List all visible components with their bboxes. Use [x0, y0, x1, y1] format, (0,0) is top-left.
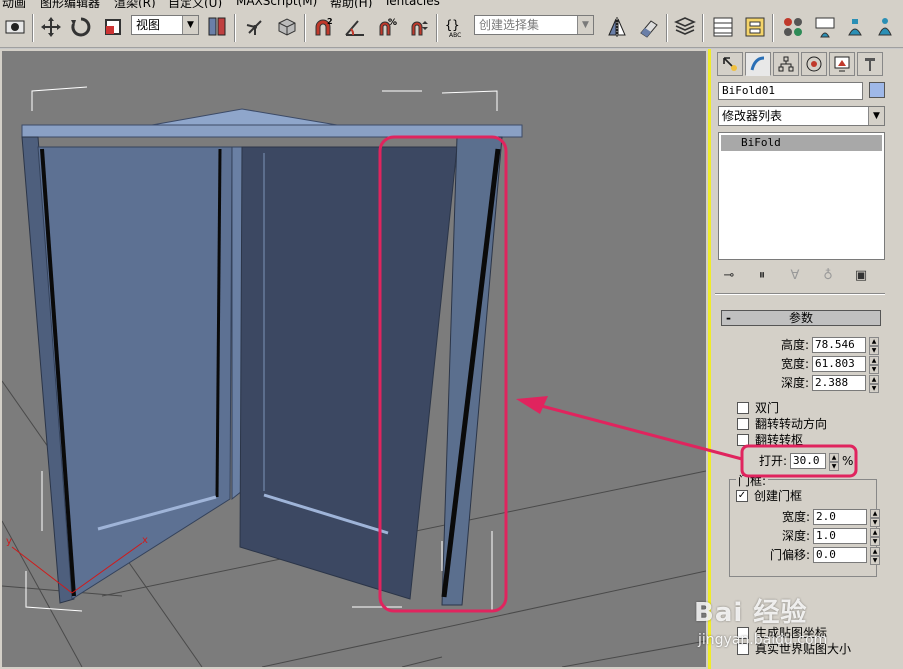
object-name-field[interactable]: BiFold01	[718, 82, 863, 100]
keyboard-shortcut-icon[interactable]	[274, 14, 300, 40]
render-frame-icon[interactable]	[842, 14, 868, 40]
menu-customize[interactable]: 自定义(U)	[168, 0, 222, 8]
motion-tab-icon[interactable]	[801, 52, 827, 76]
percent-snap-icon[interactable]: %	[374, 14, 400, 40]
quick-render-icon[interactable]	[872, 14, 898, 40]
depth-row: 深度: 2.388 ▲ ▼	[715, 375, 885, 393]
open-spinner[interactable]: 30.0 ▲ ▼	[790, 453, 839, 471]
display-tab-icon[interactable]	[829, 52, 855, 76]
svg-text:x: x	[142, 535, 148, 546]
curve-editor-icon[interactable]	[710, 14, 736, 40]
frame-group: 门框: ✓ 创建门框 宽度: 2.0 ▲ ▼ 深度: 1.0 ▲ ▼ 门偏移: 0.0 ▲ ▼	[729, 472, 880, 577]
flip-hinge-checkbox[interactable]: 翻转转枢	[737, 432, 803, 447]
select-manipulate-icon[interactable]	[242, 14, 268, 40]
frame-depth-row: 深度: 1.0 ▲ ▼	[716, 528, 886, 546]
pin-stack-icon[interactable]: ⊸	[718, 265, 740, 285]
modifier-list-dropdown[interactable]: 修改器列表 ▼	[718, 106, 885, 126]
svg-text:y: y	[6, 536, 12, 547]
stack-item-bifold[interactable]: BiFold	[721, 135, 882, 151]
material-editor-icon[interactable]	[780, 14, 806, 40]
create-frame-checkbox[interactable]: ✓ 创建门框	[736, 488, 802, 503]
menu-tentacles[interactable]: Tentacles	[384, 0, 440, 8]
menu-help[interactable]: 帮助(H)	[330, 0, 372, 8]
perspective-viewport[interactable]: x y	[0, 49, 708, 669]
mirror-icon[interactable]	[604, 14, 630, 40]
frame-top	[21, 124, 523, 138]
svg-text:ABC: ABC	[449, 32, 461, 39]
modifier-stack[interactable]: BiFold	[718, 132, 885, 260]
door-offset-row: 门偏移: 0.0 ▲ ▼	[716, 547, 886, 565]
snap-2-5d-icon[interactable]: 2	[310, 14, 336, 40]
hierarchy-tab-icon[interactable]	[773, 52, 799, 76]
remove-modifier-icon[interactable]: ♁	[817, 265, 839, 285]
align-icon[interactable]	[636, 14, 662, 40]
door-offset-spinner[interactable]: 0.0 ▲ ▼	[813, 547, 880, 565]
frame-depth-spinner[interactable]: 1.0 ▲ ▼	[813, 528, 880, 546]
create-tab-icon[interactable]	[717, 52, 743, 76]
make-unique-icon[interactable]: ∀	[784, 265, 806, 285]
menu-rendering[interactable]: 渲染(R)	[114, 0, 156, 8]
command-panel: BiFold01 修改器列表 ▼ BiFold ⊸ ⏸ ∀ ♁ ▣ - 参数 高度:…	[708, 49, 903, 669]
menu-graph-editors[interactable]: 图形编辑器	[40, 0, 100, 8]
modify-tab-icon[interactable]	[745, 52, 771, 76]
open-unit: %	[842, 454, 854, 468]
frame-width-spinner[interactable]: 2.0 ▲ ▼	[813, 509, 880, 527]
door-panel-2	[239, 146, 458, 600]
svg-text:2: 2	[327, 17, 333, 26]
stack-buttons: ⊸ ⏸ ∀ ♁ ▣	[718, 264, 885, 286]
utilities-tab-icon[interactable]	[857, 52, 883, 76]
reference-coord-combo[interactable]: 视图 ▼	[131, 15, 199, 35]
configure-modifier-sets-icon[interactable]: ▣	[850, 265, 872, 285]
schematic-view-icon[interactable]	[742, 14, 768, 40]
named-selection-combo[interactable]: 创建选择集 ▼	[474, 15, 594, 35]
rotate-icon[interactable]	[68, 14, 94, 40]
pivot-center-icon[interactable]	[204, 14, 230, 40]
height-spinner[interactable]: 78.546 ▲ ▼	[812, 337, 879, 355]
width-spinner[interactable]: 61.803 ▲ ▼	[812, 356, 879, 374]
open-row: 打开: 30.0 ▲ ▼ %	[758, 453, 854, 471]
select-by-name-icon[interactable]	[2, 14, 28, 40]
depth-spinner[interactable]: 2.388 ▲ ▼	[812, 375, 879, 393]
edit-named-selection-icon[interactable]: {} ABC	[442, 14, 468, 40]
viewport-scene: x y	[2, 86, 706, 667]
baidu-watermark: Bai 经验 jingyan.baidu.com	[694, 598, 828, 648]
menu-bar: 动画 图形编辑器 渲染(R) 自定义(U) MAXScript(M) 帮助(H)…	[0, 0, 903, 8]
scale-icon[interactable]	[100, 14, 126, 40]
door-panel-1	[37, 146, 233, 600]
svg-text:%: %	[388, 18, 397, 28]
main-toolbar: 视图 ▼ 2 % {} ABC 创建选择集 ▼	[0, 8, 903, 48]
menu-animation[interactable]: 动画	[2, 0, 26, 8]
move-icon[interactable]	[38, 14, 64, 40]
spinner-snap-icon[interactable]	[406, 14, 432, 40]
render-setup-icon[interactable]	[812, 14, 838, 40]
frame-width-row: 宽度: 2.0 ▲ ▼	[716, 509, 886, 527]
show-end-result-icon[interactable]: ⏸	[751, 265, 773, 285]
menu-maxscript[interactable]: MAXScript(M)	[236, 0, 317, 8]
angle-snap-icon[interactable]	[342, 14, 368, 40]
frame-top-bevel	[151, 108, 338, 126]
layer-manager-icon[interactable]	[672, 14, 698, 40]
double-door-checkbox[interactable]: 双门	[737, 400, 779, 415]
parameters-rollout-header[interactable]: - 参数	[721, 310, 881, 326]
object-color-swatch[interactable]	[869, 82, 885, 98]
command-panel-tabs	[717, 52, 883, 78]
flip-swing-checkbox[interactable]: 翻转转动方向	[737, 416, 827, 431]
height-row: 高度: 78.546 ▲ ▼	[715, 337, 885, 355]
svg-text:{}: {}	[445, 18, 459, 32]
width-row: 宽度: 61.803 ▲ ▼	[715, 356, 885, 374]
